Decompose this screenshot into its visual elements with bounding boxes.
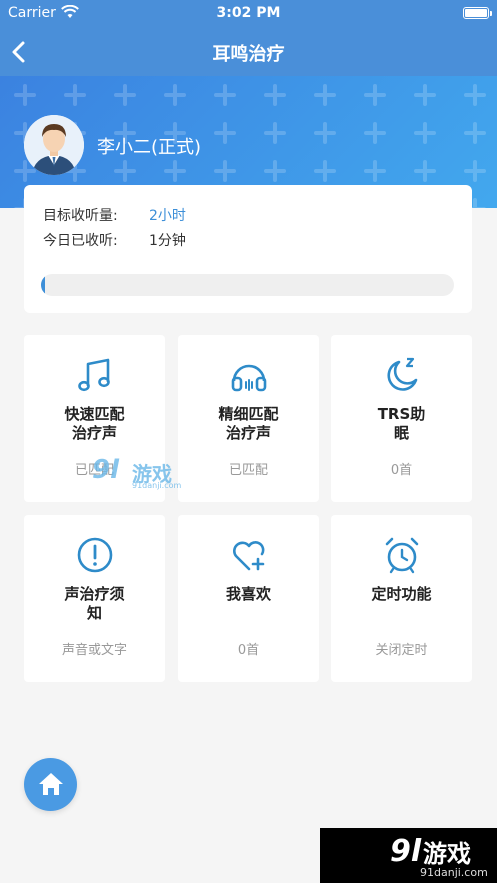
listening-stats-card: 目标收听量: 2小时 今日已收听: 1分钟 — [24, 185, 472, 313]
watermark-domain: 91danji.com — [132, 481, 182, 490]
status-bar: Carrier 3:02 PM — [0, 0, 497, 28]
tile-label: 我喜欢 — [225, 585, 271, 603]
nav-bar: 耳鸣治疗 — [0, 28, 497, 76]
tile-trs-sleep[interactable]: TRS助眠 0首 — [331, 335, 472, 502]
corner-watermark-logo: 9l 游戏 91danji.com — [320, 828, 497, 883]
moon-sleep-icon — [382, 355, 422, 395]
corner-logo-brand: 游戏 — [423, 840, 471, 868]
battery-icon — [463, 7, 492, 19]
music-note-icon — [75, 355, 115, 395]
listening-progress-fill — [41, 274, 46, 296]
home-button[interactable] — [24, 758, 77, 811]
listening-progress-bar — [41, 274, 454, 296]
today-row: 今日已收听: 1分钟 — [43, 230, 186, 250]
watermark-mark: 9l — [92, 455, 120, 485]
exclamation-circle-icon — [75, 535, 115, 575]
tile-status: 0首 — [237, 643, 260, 658]
back-chevron-icon[interactable] — [8, 38, 32, 66]
headphones-icon — [229, 355, 269, 395]
tile-label: 精细匹配 治疗声 — [218, 405, 279, 442]
tile-status: 声音或文字 — [61, 643, 127, 658]
tile-label: TRS助眠 — [377, 405, 426, 442]
tile-status: 关闭定时 — [375, 643, 428, 658]
corner-logo-mark: 9l — [390, 834, 422, 869]
alarm-clock-icon — [382, 535, 422, 575]
goal-value: 2小时 — [149, 208, 186, 224]
tile-status: 0首 — [390, 463, 413, 478]
tile-label: 声治疗须知 — [64, 585, 125, 622]
goal-label: 目标收听量: — [43, 208, 118, 224]
heart-plus-icon — [229, 535, 269, 575]
tile-label: 定时功能 — [371, 585, 432, 603]
tile-timer[interactable]: 定时功能 关闭定时 — [331, 515, 472, 682]
watermark-logo: 9l 游戏 91danji.com — [92, 455, 202, 491]
tile-favorites[interactable]: 我喜欢 0首 — [178, 515, 319, 682]
today-value: 1分钟 — [149, 233, 186, 249]
page-title: 耳鸣治疗 — [212, 44, 285, 65]
goal-row: 目标收听量: 2小时 — [43, 205, 186, 225]
tile-label: 快速匹配 治疗声 — [64, 405, 125, 442]
avatar[interactable] — [24, 115, 84, 175]
tile-therapy-notes[interactable]: 声治疗须知 声音或文字 — [24, 515, 165, 682]
status-time: 3:02 PM — [216, 5, 281, 21]
corner-logo-domain: 91danji.com — [420, 866, 488, 879]
today-label: 今日已收听: — [43, 233, 118, 249]
user-name: 李小二(正式) — [97, 137, 202, 158]
